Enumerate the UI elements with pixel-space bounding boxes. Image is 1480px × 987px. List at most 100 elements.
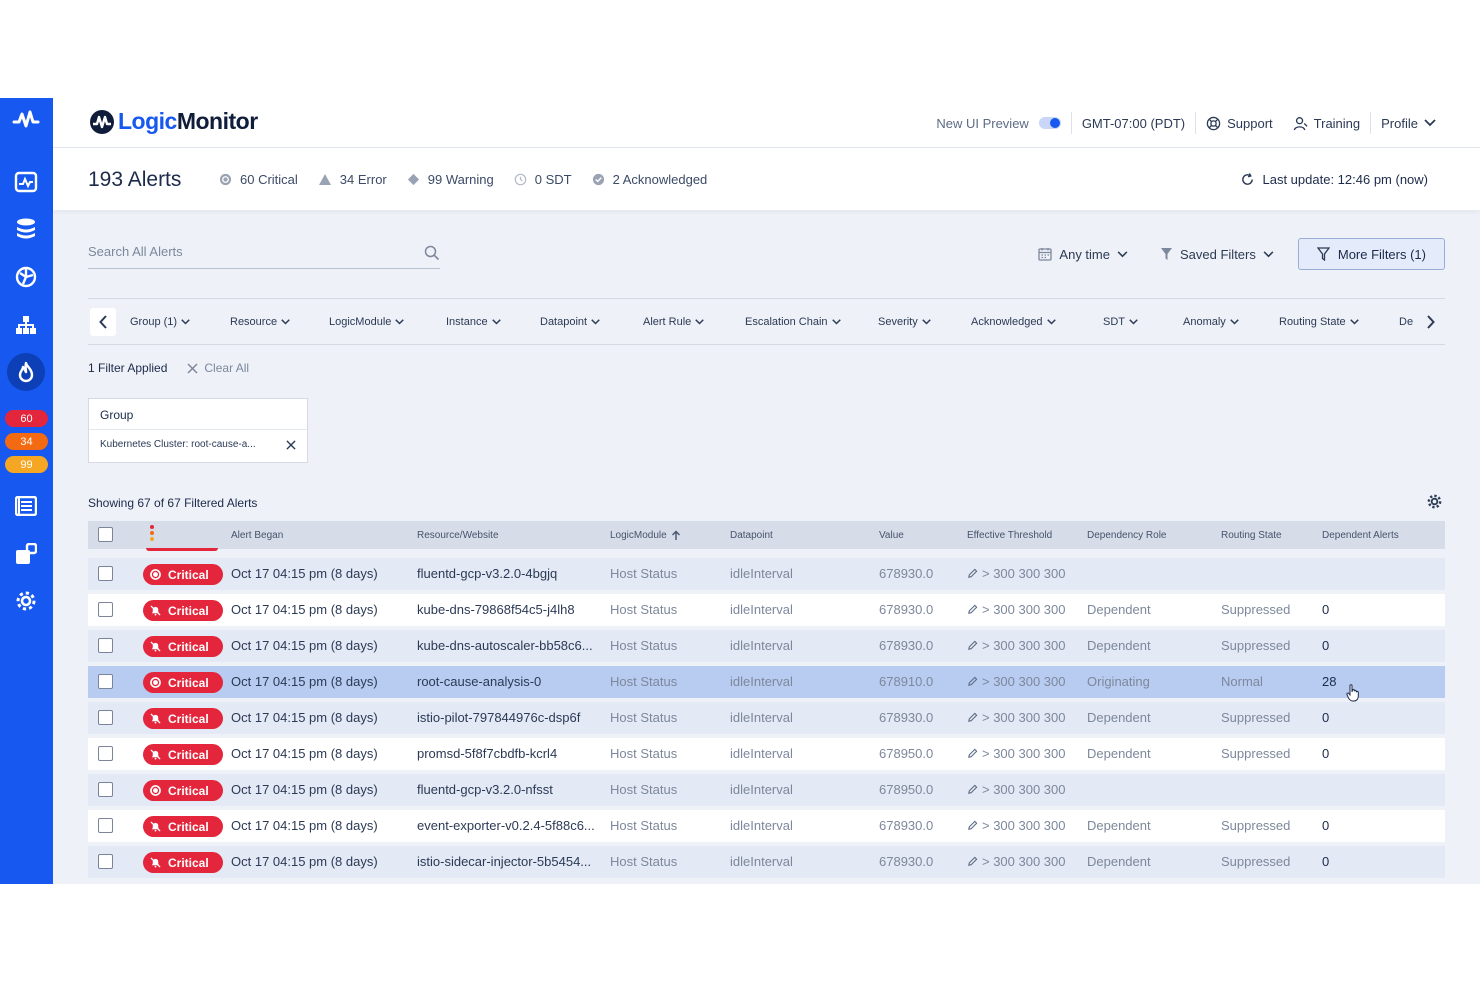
last-update[interactable]: Last update: 12:46 pm (now) xyxy=(1240,172,1428,187)
threshold-cell[interactable]: > 300 300 300 xyxy=(967,638,1066,653)
resource-link[interactable]: kube-dns-autoscaler-bb58c6... xyxy=(417,638,602,653)
filter-escalation-chain[interactable]: Escalation Chain xyxy=(745,316,841,328)
dependent-alerts-cell[interactable]: 0 xyxy=(1322,602,1402,617)
severity-badge[interactable]: Critical xyxy=(143,672,223,693)
resource-link[interactable]: istio-pilot-797844976c-dsp6f xyxy=(417,710,602,725)
critical-count-badge[interactable]: 60 xyxy=(5,410,48,427)
alerts-icon[interactable] xyxy=(7,353,45,391)
table-row[interactable]: Critical Oct 17 04:15 pm (8 days) fluentd-… xyxy=(88,558,1445,590)
severity-badge[interactable]: Critical xyxy=(143,744,223,765)
error-stat[interactable]: 34 Error xyxy=(318,172,387,187)
dependent-alerts-cell[interactable]: 0 xyxy=(1322,710,1402,725)
filter-severity[interactable]: Severity xyxy=(878,316,931,328)
table-row[interactable]: Critical Oct 17 04:15 pm (8 days) istio-si… xyxy=(88,846,1445,878)
row-checkbox[interactable] xyxy=(98,782,113,797)
col-resource[interactable]: Resource/Website xyxy=(417,530,499,541)
row-checkbox[interactable] xyxy=(98,710,113,725)
col-logicmodule[interactable]: LogicModule xyxy=(610,530,681,541)
websites-icon[interactable] xyxy=(8,259,44,295)
warning-count-badge[interactable]: 99 xyxy=(5,456,48,473)
remove-filter-close-icon[interactable] xyxy=(286,439,296,450)
profile-menu[interactable]: Profile xyxy=(1371,116,1446,131)
filter-logicmodule[interactable]: LogicModule xyxy=(329,316,405,328)
threshold-cell[interactable]: > 300 300 300 xyxy=(967,710,1066,725)
col-effective-threshold[interactable]: Effective Threshold xyxy=(967,530,1052,541)
new-ui-preview-toggle[interactable] xyxy=(1038,117,1061,129)
resource-link[interactable]: fluentd-gcp-v3.2.0-4bgjq xyxy=(417,566,602,581)
support-link[interactable]: Support xyxy=(1196,116,1283,131)
dependent-alerts-cell[interactable]: 0 xyxy=(1322,854,1402,869)
integrations-icon[interactable] xyxy=(8,536,44,572)
row-checkbox[interactable] xyxy=(98,638,113,653)
col-routing-state[interactable]: Routing State xyxy=(1221,530,1282,541)
col-dependency-role[interactable]: Dependency Role xyxy=(1087,530,1167,541)
dependent-alerts-cell[interactable]: 0 xyxy=(1322,746,1402,761)
filter-resource[interactable]: Resource xyxy=(230,316,290,328)
row-checkbox[interactable] xyxy=(98,566,113,581)
table-row[interactable]: Critical Oct 17 04:15 pm (8 days) root-cau… xyxy=(88,666,1445,698)
row-checkbox[interactable] xyxy=(98,746,113,761)
settings-gear-icon[interactable] xyxy=(8,583,44,619)
warning-stat[interactable]: 99 Warning xyxy=(407,172,494,187)
training-link[interactable]: Training xyxy=(1283,116,1370,131)
table-row[interactable]: Critical Oct 17 04:15 pm (8 days) fluentd-… xyxy=(88,774,1445,806)
threshold-cell[interactable]: > 300 300 300 xyxy=(967,746,1066,761)
more-filters-button[interactable]: More Filters (1) xyxy=(1297,238,1445,270)
dependent-alerts-cell[interactable]: 0 xyxy=(1322,638,1402,653)
resource-link[interactable]: fluentd-gcp-v3.2.0-nfsst xyxy=(417,782,602,797)
filter-sdt[interactable]: SDT xyxy=(1103,316,1138,328)
saved-filters-dropdown[interactable]: Saved Filters xyxy=(1144,247,1290,262)
filter-acknowledged[interactable]: Acknowledged xyxy=(971,316,1056,328)
col-value[interactable]: Value xyxy=(879,530,904,541)
filter-alert-rule[interactable]: Alert Rule xyxy=(643,316,705,328)
error-count-badge[interactable]: 34 xyxy=(5,433,48,450)
new-ui-preview[interactable]: New UI Preview xyxy=(926,116,1070,131)
threshold-cell[interactable]: > 300 300 300 xyxy=(967,602,1066,617)
reports-icon[interactable] xyxy=(8,488,44,524)
severity-badge[interactable]: Critical xyxy=(143,852,223,873)
severity-badge[interactable]: Critical xyxy=(143,708,223,729)
resource-link[interactable]: istio-sidecar-injector-5b5454... xyxy=(417,854,602,869)
acknowledged-stat[interactable]: 2 Acknowledged xyxy=(592,172,707,187)
row-checkbox[interactable] xyxy=(98,674,113,689)
filter-dependency-truncated[interactable]: De xyxy=(1399,316,1413,328)
resource-link[interactable]: promsd-5f8f7cbdfb-kcrl4 xyxy=(417,746,602,761)
resources-icon[interactable] xyxy=(8,211,44,247)
table-settings-gear-icon[interactable] xyxy=(1426,493,1443,510)
threshold-cell[interactable]: > 300 300 300 xyxy=(967,782,1066,797)
resource-link[interactable]: kube-dns-79868f54c5-j4lh8 xyxy=(417,602,602,617)
col-datapoint[interactable]: Datapoint xyxy=(730,530,773,541)
table-row[interactable]: Critical Oct 17 04:15 pm (8 days) istio-pi… xyxy=(88,702,1445,734)
select-all-checkbox[interactable] xyxy=(98,527,113,542)
filter-routing-state[interactable]: Routing State xyxy=(1279,316,1359,328)
resource-link[interactable]: event-exporter-v0.2.4-5f88c6... xyxy=(417,818,602,833)
threshold-cell[interactable]: > 300 300 300 xyxy=(967,854,1066,869)
dependent-alerts-cell[interactable]: 0 xyxy=(1322,818,1402,833)
logicmonitor-home-icon[interactable] xyxy=(8,102,44,138)
logicmonitor-logo[interactable]: LogicMonitor xyxy=(89,108,258,135)
scroll-left-button[interactable] xyxy=(90,308,116,336)
clear-all-button[interactable]: Clear All xyxy=(187,361,249,375)
time-range-dropdown[interactable]: Any time xyxy=(1022,247,1144,262)
threshold-cell[interactable]: > 300 300 300 xyxy=(967,566,1066,581)
filter-datapoint[interactable]: Datapoint xyxy=(540,316,600,328)
topology-icon[interactable] xyxy=(8,307,44,343)
search-icon[interactable] xyxy=(424,245,440,261)
critical-stat[interactable]: 60 Critical xyxy=(219,172,298,187)
row-checkbox[interactable] xyxy=(98,818,113,833)
filter-group[interactable]: Group (1) xyxy=(130,316,190,328)
col-alert-began[interactable]: Alert Began xyxy=(231,530,283,541)
filter-anomaly[interactable]: Anomaly xyxy=(1183,316,1239,328)
resource-link[interactable]: root-cause-analysis-0 xyxy=(417,674,602,689)
table-row[interactable]: Critical Oct 17 04:15 pm (8 days) event-ex… xyxy=(88,810,1445,842)
severity-badge[interactable]: Critical xyxy=(143,600,223,621)
threshold-cell[interactable]: > 300 300 300 xyxy=(967,818,1066,833)
severity-badge[interactable]: Critical xyxy=(143,636,223,657)
severity-badge[interactable]: Critical xyxy=(143,780,223,801)
scroll-right-button[interactable] xyxy=(1417,308,1443,336)
filter-instance[interactable]: Instance xyxy=(446,316,501,328)
search-input[interactable] xyxy=(88,244,408,259)
row-checkbox[interactable] xyxy=(98,854,113,869)
table-row[interactable]: Critical Oct 17 04:15 pm (8 days) promsd-5… xyxy=(88,738,1445,770)
table-row[interactable]: Critical Oct 17 04:15 pm (8 days) kube-dns… xyxy=(88,594,1445,626)
